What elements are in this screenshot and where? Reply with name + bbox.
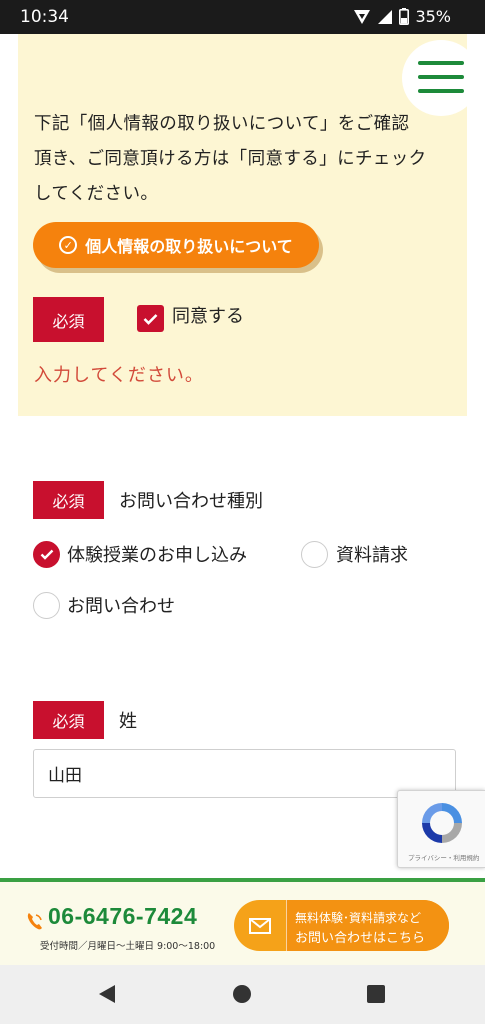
error-message: 入力してください。	[34, 365, 204, 386]
signal-icon	[377, 9, 393, 25]
required-badge: 必須	[33, 297, 104, 342]
radio-label[interactable]: 資料請求	[336, 541, 408, 567]
check-circle-icon: ✓	[59, 236, 78, 254]
business-hours: 受付時間／月曜日〜土曜日 9:00〜18:00	[40, 941, 216, 952]
checkmark-icon	[40, 549, 53, 560]
radio-label[interactable]: 体験授業のお申し込み	[67, 541, 247, 567]
recaptcha-icon	[422, 803, 462, 843]
status-icons: 35%	[353, 7, 451, 26]
recaptcha-badge[interactable]: プライバシー・利用規約	[397, 790, 485, 868]
battery-percent: 35%	[415, 7, 451, 26]
required-badge: 必須	[33, 481, 104, 519]
agree-checkbox[interactable]	[137, 305, 164, 332]
footer-contact-bar: 06-6476-7424 受付時間／月曜日〜土曜日 9:00〜18:00 無料体…	[0, 878, 485, 965]
contact-line-1: 無料体験･資料請求など	[295, 911, 422, 925]
mail-icon	[249, 917, 271, 934]
contact-button[interactable]: 無料体験･資料請求など お問い合わせはこちら	[234, 900, 449, 951]
required-badge: 必須	[33, 701, 104, 739]
system-nav-bar	[0, 965, 485, 1024]
recaptcha-text[interactable]: プライバシー・利用規約	[408, 852, 479, 862]
consent-text-line: 下記「個人情報の取り扱いについて」をご確認	[34, 114, 410, 134]
hamburger-menu-icon	[418, 61, 464, 65]
consent-text-line: してください。	[34, 184, 159, 204]
agree-label[interactable]: 同意する	[172, 302, 244, 328]
inquiry-type-label: お問い合わせ種別	[119, 491, 263, 512]
data-saver-icon	[353, 9, 371, 25]
contact-line-2: お問い合わせはこちら	[295, 931, 426, 946]
phone-icon	[26, 911, 44, 935]
battery-icon	[399, 8, 410, 25]
checkmark-icon	[143, 313, 158, 325]
consent-text-line: 頂き、ご同意頂ける方は「同意する」にチェック	[34, 149, 427, 169]
phone-number[interactable]: 06-6476-7424	[48, 903, 197, 930]
consent-instructions: 下記「個人情報の取り扱いについて」をご確認 頂き、ご同意頂ける方は「同意する」に…	[34, 107, 462, 212]
consent-section: 下記「個人情報の取り扱いについて」をご確認 頂き、ご同意頂ける方は「同意する」に…	[18, 34, 467, 416]
menu-button[interactable]	[402, 40, 480, 116]
status-bar: 10:34 35%	[0, 0, 485, 34]
recent-apps-icon[interactable]	[367, 985, 385, 1003]
radio-inquiry[interactable]	[33, 592, 60, 619]
privacy-policy-label: 個人情報の取り扱いについて	[85, 237, 293, 256]
privacy-policy-button[interactable]: ✓ 個人情報の取り扱いについて	[33, 222, 319, 268]
hamburger-menu-icon	[418, 89, 464, 93]
status-time: 10:34	[20, 7, 69, 27]
mail-icon-area	[234, 900, 286, 951]
home-icon[interactable]	[233, 985, 251, 1003]
last-name-label: 姓	[119, 711, 137, 732]
contact-text-area: 無料体験･資料請求など お問い合わせはこちら	[286, 900, 449, 951]
hamburger-menu-icon	[418, 75, 464, 79]
last-name-input[interactable]	[33, 749, 456, 798]
radio-label[interactable]: お問い合わせ	[67, 592, 175, 618]
back-icon[interactable]	[98, 984, 116, 1004]
radio-trial-lesson[interactable]	[33, 541, 60, 568]
radio-brochure[interactable]	[301, 541, 328, 568]
